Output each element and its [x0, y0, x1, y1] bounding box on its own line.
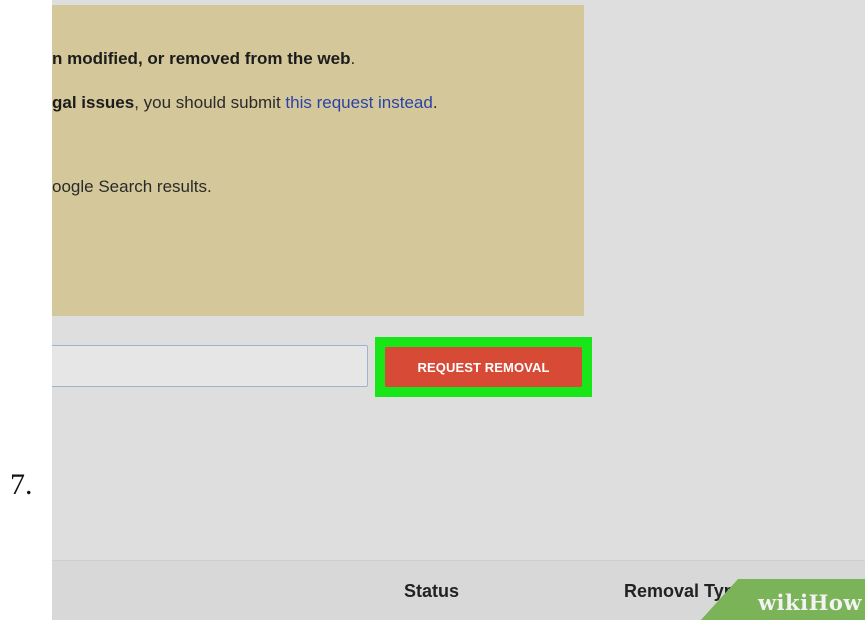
- info-line-legal-period: .: [432, 93, 438, 112]
- info-line-legal: gal issues, you should submit this reque…: [52, 93, 438, 113]
- info-line-removed: n modified, or removed from the web.: [52, 49, 355, 69]
- info-line-removed-bold: n modified, or removed from the web: [52, 49, 351, 68]
- wikihow-watermark-text: wikiHow: [757, 590, 862, 615]
- screenshot-frame: n modified, or removed from the web. gal…: [52, 0, 865, 620]
- info-line-legal-bold: gal issues: [52, 93, 135, 112]
- info-line-legal-text: , you should submit: [134, 93, 286, 112]
- info-line-search-results: oogle Search results.: [52, 177, 212, 196]
- step-number: 7.: [10, 468, 33, 501]
- info-line-removed-period: .: [350, 49, 356, 68]
- column-status: Status: [404, 581, 460, 601]
- button-highlight: REQUEST REMOVAL: [375, 337, 592, 397]
- info-panel: n modified, or removed from the web. gal…: [52, 5, 584, 316]
- legal-request-link[interactable]: this request instead: [285, 93, 432, 112]
- url-input[interactable]: [52, 345, 368, 387]
- request-removal-button[interactable]: REQUEST REMOVAL: [385, 347, 582, 387]
- table-header: Status Removal Type wikiHow: [52, 560, 865, 620]
